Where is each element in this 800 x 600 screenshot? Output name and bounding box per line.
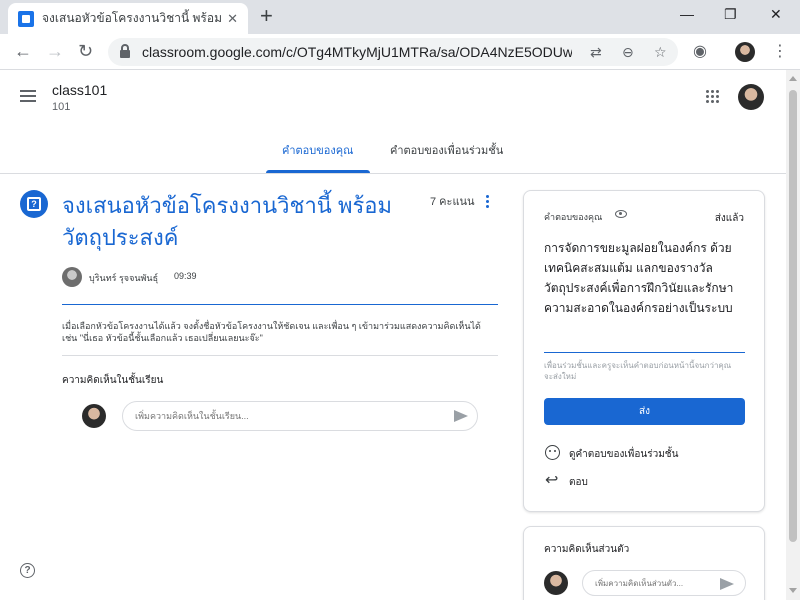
profile-avatar[interactable] (735, 42, 755, 62)
classroom-favicon-icon (18, 10, 34, 27)
send-comment-icon[interactable] (454, 410, 468, 422)
face-icon (545, 445, 560, 460)
classroom-header: class101 101 คำตอบของคุณ คำตอบของเพื่อนร… (0, 70, 800, 174)
commenter-avatar (82, 404, 106, 428)
private-comments-heading: ความคิดเห็นส่วนตัว (544, 544, 630, 555)
author-name: บุรินทร์ รุจจนพันธุ์ (89, 273, 159, 283)
class-section: 101 (52, 101, 71, 113)
send-private-comment-icon[interactable] (720, 578, 734, 590)
back-icon[interactable]: ← (14, 41, 32, 61)
translate-icon[interactable]: ⇄ (590, 44, 602, 61)
your-work-card: คำตอบของคุณ ส่งแล้ว การจัดการขยะมูลฝอยใน… (523, 190, 765, 512)
points-label: 7 คะแนน (430, 196, 475, 208)
post-time: 09:39 (174, 271, 197, 281)
hamburger-menu-icon[interactable] (20, 90, 36, 105)
tab-close-icon[interactable]: ✕ (227, 11, 238, 27)
scroll-down-icon[interactable] (789, 588, 797, 593)
tab-title: จงเสนอหัวข้อโครงงานวิชานี้ พร้อมวัตถุ (42, 11, 222, 25)
url-text[interactable]: classroom.google.com/c/OTg4MTkyMjU1MTRa/… (142, 44, 572, 60)
browser-tab[interactable]: จงเสนอหัวข้อโครงงานวิชานี้ พร้อมวัตถุ ✕ (8, 3, 248, 34)
address-bar[interactable]: classroom.google.com/c/OTg4MTkyMjU1MTRa/… (108, 38, 678, 66)
new-tab-button[interactable]: + (260, 5, 273, 27)
forward-icon[interactable]: → (46, 41, 64, 61)
author-avatar (62, 267, 82, 287)
browser-menu-icon[interactable]: ⋮ (772, 41, 788, 61)
question-icon: ? (20, 190, 48, 218)
bookmark-star-icon[interactable]: ☆ (654, 44, 667, 61)
private-comments-card: ความคิดเห็นส่วนตัว (523, 526, 765, 600)
your-work-label: คำตอบของคุณ (544, 212, 603, 222)
answer-hint: เพื่อนร่วมชั้นและครูจะเห็นคำตอบก่อนหน้าน… (544, 361, 732, 381)
tab-your-answer[interactable]: คำตอบของคุณ (282, 141, 353, 159)
tab-classmates-answers[interactable]: คำตอบของเพื่อนร่วมชั้น (390, 141, 503, 159)
window-close-button[interactable]: ✕ (770, 6, 782, 23)
divider (62, 304, 498, 305)
class-comments-heading: ความคิดเห็นในชั้นเรียน (62, 375, 164, 386)
question-description: เมื่อเลือกหัวข้อโครงงานได้แล้ว จงตั้งชื่… (62, 321, 481, 343)
reload-icon[interactable]: ↻ (78, 41, 93, 61)
lock-icon (120, 44, 130, 58)
private-commenter-avatar (544, 571, 568, 595)
browser-tab-strip: จงเสนอหัวข้อโครงงานวิชานี้ พร้อมวัตถุ ✕ … (0, 0, 800, 34)
submission-status: ส่งแล้ว (714, 213, 744, 224)
question-title: จงเสนอหัวข้อโครงงานวิชานี้ พร้อมวัตถุประ… (62, 193, 392, 250)
view-classmates-answers-link[interactable]: ดูคำตอบของเพื่อนร่วมชั้น (569, 447, 678, 462)
divider (62, 355, 498, 356)
more-options-icon[interactable] (486, 195, 490, 210)
extension-icon[interactable]: ◉ (693, 41, 707, 61)
scroll-up-icon[interactable] (789, 76, 797, 81)
answer-text[interactable]: การจัดการขยะมูลฝอยในองค์กร ด้วยเทคนิคสะส… (544, 238, 749, 318)
minimize-button[interactable]: — (680, 6, 694, 22)
visibility-eye-icon[interactable] (615, 210, 627, 218)
reply-link[interactable]: ตอบ (569, 475, 588, 490)
browser-toolbar: ← → ↻ classroom.google.com/c/OTg4MTkyMjU… (0, 34, 800, 70)
google-apps-icon[interactable] (706, 90, 720, 104)
reply-icon: ↩ (545, 472, 559, 489)
help-icon[interactable]: ? (20, 563, 35, 578)
answer-underline (544, 352, 745, 353)
page-scrollbar[interactable] (786, 70, 800, 600)
active-tab-indicator (266, 170, 370, 173)
restore-button[interactable]: ❐ (724, 6, 737, 23)
scroll-thumb[interactable] (789, 90, 797, 542)
class-comment-input[interactable] (122, 401, 478, 431)
account-avatar[interactable] (738, 84, 764, 110)
class-name[interactable]: class101 (52, 82, 107, 98)
zoom-icon[interactable]: ⊖ (622, 44, 634, 61)
submit-button[interactable]: ส่ง (544, 398, 745, 425)
